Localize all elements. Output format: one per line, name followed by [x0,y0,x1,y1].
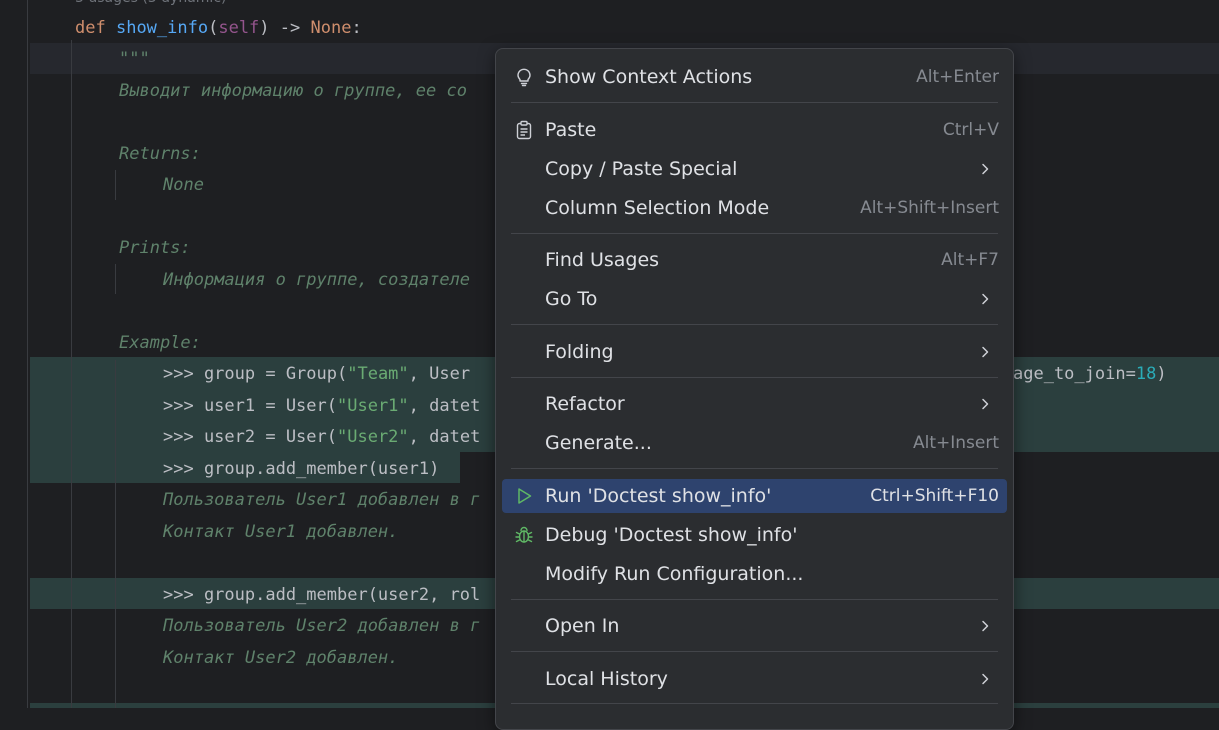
doctest-output: Контакт User1 добавлен. [163,522,399,542]
indent-guide [115,360,116,708]
usages-hint[interactable]: 3 usages (3 dynamic) [75,0,226,10]
function-name: show_info [115,18,209,38]
menu-item-generate[interactable]: Generate... Alt+Insert [502,426,1007,460]
menu-item-folding[interactable]: Folding [502,335,1007,369]
self-param: self [218,18,260,38]
menu-item-shortcut: Alt+Insert [912,433,999,453]
chevron-right-icon [977,396,993,412]
docstring-returns-label: Returns: [119,144,201,164]
menu-item-find-usages[interactable]: Find Usages Alt+F7 [502,243,1007,277]
code-punct: ) -> [259,18,311,38]
menu-item-label: Find Usages [545,249,660,271]
menu-item-paste[interactable]: Paste Ctrl+V [502,113,1007,147]
menu-item-shortcut: Alt+F7 [941,250,999,270]
code-text: >>> user1 = User( [163,396,337,416]
debug-bug-icon [514,525,534,545]
doctest-line-tail: age_to_join=18) [1013,362,1167,386]
clipboard-icon [514,120,534,140]
menu-separator [511,599,998,600]
context-menu: Show Context Actions Alt+Enter Paste Ctr… [495,48,1014,730]
menu-item-refactor[interactable]: Refactor [502,387,1007,421]
chevron-right-icon [977,671,993,687]
doctest-line: >>> user2 = User("User2", datet [163,425,480,449]
menu-item-label: Show Context Actions [545,66,753,88]
menu-item-shortcut: Ctrl+V [942,120,999,140]
indent-guide [71,40,72,708]
string-literal: "User1" [337,396,409,416]
none-keyword: None [310,18,352,38]
menu-item-debug-doctest[interactable]: Debug 'Doctest show_info' [502,518,1007,552]
number-literal: 18 [1135,364,1157,384]
menu-separator [511,324,998,325]
docstring-prints-label: Prints: [119,238,191,258]
menu-item-copy-paste-special[interactable]: Copy / Paste Special [502,152,1007,186]
code-text: age_to_join= [1013,364,1136,384]
menu-item-show-context-actions[interactable]: Show Context Actions Alt+Enter [502,60,1007,94]
menu-item-run-doctest[interactable]: Run 'Doctest show_info' Ctrl+Shift+F10 [502,479,1007,513]
menu-item-local-history[interactable]: Local History [502,662,1007,696]
menu-item-label: Generate... [545,432,652,454]
indent-guide [115,264,116,294]
menu-separator [511,377,998,378]
menu-item-label: Paste [545,119,597,141]
menu-item-modify-run-configuration[interactable]: Modify Run Configuration... [502,557,1007,591]
indent-guide [27,0,28,708]
chevron-right-icon [977,161,993,177]
menu-item-label: Modify Run Configuration... [545,563,804,585]
menu-item-label: Refactor [545,393,625,415]
menu-item-label: Column Selection Mode [545,197,770,219]
docstring-prints-value: Информация о группе, создателе [163,270,471,290]
chevron-right-icon [977,291,993,307]
menu-separator [511,468,998,469]
docstring-open: """ [119,49,150,69]
string-literal: "Team" [347,364,409,384]
doctest-output: Контакт User2 добавлен. [163,648,399,668]
doctest-output: Пользователь User1 добавлен в г [163,490,481,510]
code-text: , User [408,364,471,384]
run-icon [514,486,534,506]
menu-item-open-in[interactable]: Open In [502,609,1007,643]
menu-item-go-to[interactable]: Go To [502,282,1007,316]
menu-item-shortcut: Ctrl+Shift+F10 [870,486,999,506]
code-text: >>> user2 = User( [163,427,337,447]
menu-item-shortcut: Alt+Enter [916,67,999,87]
menu-item-label: Folding [545,341,614,363]
code-text: , datet [408,396,481,416]
doctest-line: >>> group = Group("Team", User [163,362,470,386]
code-text: >>> group = Group( [163,364,348,384]
menu-item-label: Debug 'Doctest show_info' [545,524,798,546]
lightbulb-icon [514,67,534,87]
menu-item-label: Go To [545,288,598,310]
doctest-line: >>> user1 = User("User1", datet [163,394,480,418]
menu-separator [511,651,998,652]
code-punct: ( [208,18,219,38]
menu-separator [511,703,998,704]
doctest-line: >>> group.add_member(user1) [163,459,440,479]
string-literal: "User2" [337,427,409,447]
code-line-def: def show_info(self) -> None: [75,16,362,40]
menu-item-label: Local History [545,668,668,690]
code-text: ) [1156,364,1167,384]
code-punct: : [351,18,362,38]
menu-separator [511,102,998,103]
menu-item-column-selection-mode[interactable]: Column Selection Mode Alt+Shift+Insert [502,191,1007,225]
code-text: , datet [408,427,481,447]
menu-item-label: Copy / Paste Special [545,158,738,180]
doctest-output: Пользователь User2 добавлен в г [163,616,481,636]
indent-guide [115,170,116,200]
menu-item-label: Open In [545,615,620,637]
docstring-returns-value: None [163,175,204,195]
doctest-line: >>> group.add_member(user2, rol [163,585,481,605]
menu-item-shortcut: Alt+Shift+Insert [860,198,999,218]
chevron-right-icon [977,618,993,634]
docstring-example-label: Example: [119,333,201,353]
chevron-right-icon [977,344,993,360]
docstring-description: Выводит информацию о группе, ее со [119,81,467,101]
menu-separator [511,233,998,234]
menu-item-label: Run 'Doctest show_info' [545,485,772,507]
def-keyword: def [75,18,106,38]
